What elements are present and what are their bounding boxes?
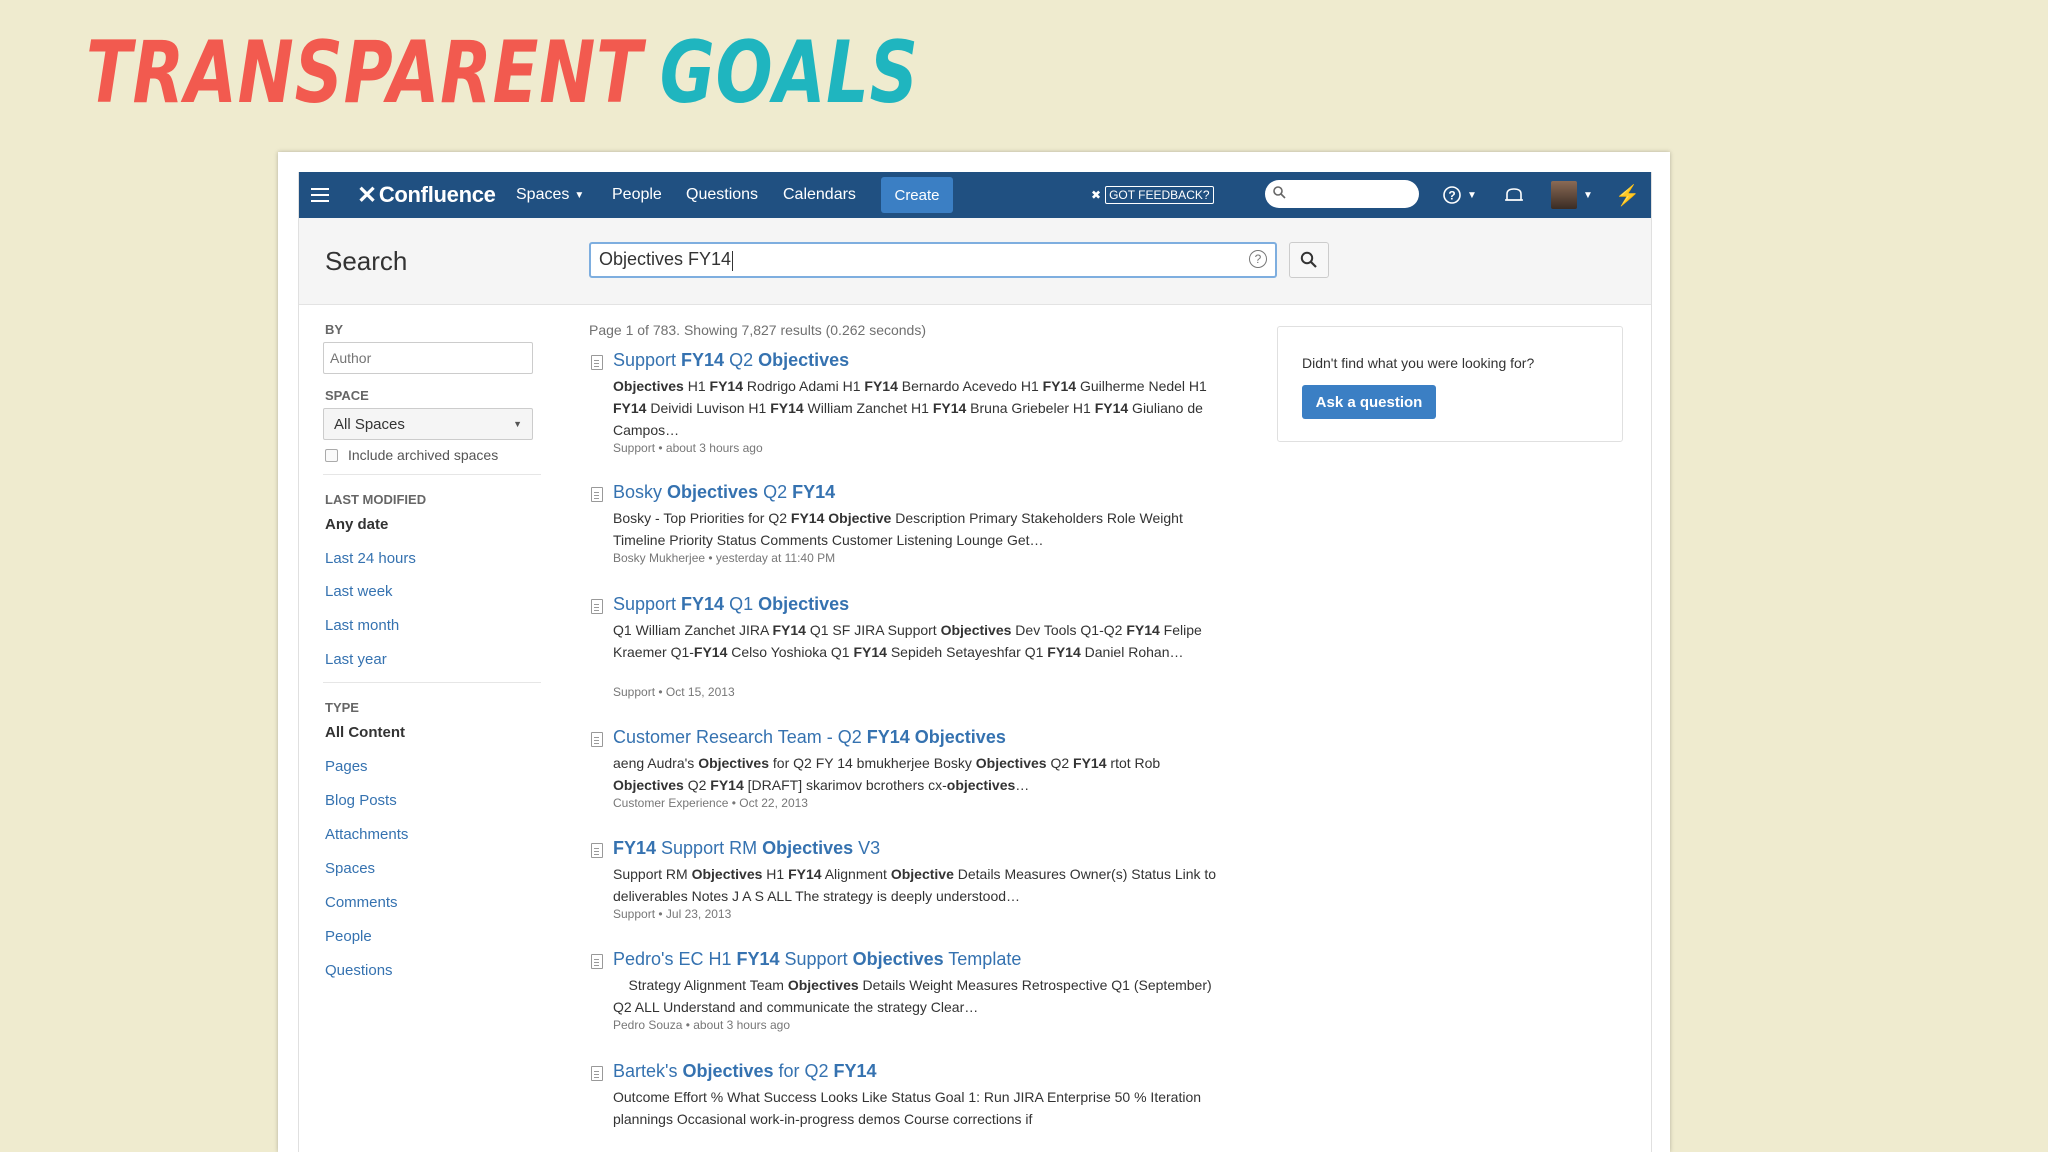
- type-comments[interactable]: Comments: [325, 894, 398, 911]
- result-meta: Pedro Souza • about 3 hours ago: [613, 1018, 790, 1032]
- bolt-icon[interactable]: ⚡: [1615, 172, 1640, 218]
- slide-title-word-2: GOALS: [659, 23, 919, 123]
- include-archived-checkbox[interactable]: Include archived spaces: [325, 447, 498, 463]
- result-title-link[interactable]: Support FY14 Q1 Objectives: [613, 594, 849, 615]
- page-icon: [591, 487, 603, 502]
- logo-text: Confluence: [378, 182, 496, 207]
- nav-people[interactable]: People: [612, 172, 662, 218]
- nav-spaces-label: Spaces: [516, 186, 570, 203]
- nav-calendars[interactable]: Calendars: [783, 172, 856, 218]
- author-input[interactable]: [323, 342, 533, 374]
- confluence-logo[interactable]: ✕ Confluence: [357, 172, 496, 218]
- avatar[interactable]: [1551, 181, 1577, 209]
- search-input[interactable]: Objectives FY14 ?: [589, 242, 1277, 278]
- slide-title: TRANSPARENT GOALS: [86, 22, 919, 125]
- result-title-link[interactable]: Customer Research Team - Q2 FY14 Objecti…: [613, 727, 1006, 748]
- result-meta: Bosky Mukherjee • yesterday at 11:40 PM: [613, 551, 836, 565]
- confluence-logo-icon: ✕: [357, 181, 377, 209]
- result-title-link[interactable]: Bartek's Objectives for Q2 FY14: [613, 1061, 877, 1082]
- result-excerpt: Objectives H1 FY14 Rodrigo Adami H1 FY14…: [613, 378, 1207, 438]
- feedback-icon: ✖: [1091, 188, 1102, 202]
- chevron-down-icon[interactable]: ▼: [1583, 172, 1593, 218]
- space-select[interactable]: All Spaces ▼: [323, 408, 533, 440]
- result-title-link[interactable]: Pedro's EC H1 FY14 Support Objectives Te…: [613, 949, 1021, 970]
- result-excerpt: Bosky - Top Priorities for Q2 FY14 Objec…: [613, 510, 1183, 548]
- type-pages[interactable]: Pages: [325, 758, 368, 775]
- chevron-down-icon: ▼: [513, 419, 522, 429]
- result-meta: Support • Oct 15, 2013: [613, 685, 735, 699]
- notifications-icon[interactable]: [1504, 172, 1524, 218]
- result-title-link[interactable]: Support FY14 Q2 Objectives: [613, 350, 849, 371]
- modified-last-year[interactable]: Last year: [325, 651, 387, 668]
- chevron-down-icon: ▼: [574, 189, 585, 201]
- type-people[interactable]: People: [325, 928, 372, 945]
- result-excerpt: Support RM Objectives H1 FY14 Alignment …: [613, 866, 1217, 904]
- search-bar-area: Search Objectives FY14 ?: [299, 218, 1651, 305]
- type-heading: TYPE: [325, 700, 359, 715]
- search-icon: [1273, 186, 1286, 202]
- svg-text:?: ?: [1448, 189, 1455, 203]
- result-excerpt: aeng Audra's Objectives for Q2 FY 14 bmu…: [613, 755, 1161, 793]
- last-modified-heading: LAST MODIFIED: [325, 492, 427, 507]
- screenshot-frame: ✕ Confluence Spaces ▼ People Questions Cal…: [278, 152, 1670, 1152]
- modified-last-week[interactable]: Last week: [325, 583, 393, 600]
- space-select-value: All Spaces: [334, 415, 405, 433]
- modified-any-date[interactable]: Any date: [325, 516, 388, 533]
- page-icon: [591, 843, 603, 858]
- search-query: Objectives FY14: [599, 249, 734, 271]
- help-panel-text: Didn't find what you were looking for?: [1302, 355, 1535, 371]
- divider: [323, 474, 541, 475]
- menu-icon[interactable]: [311, 172, 335, 218]
- result-excerpt: Outcome Effort % What Success Looks Like…: [613, 1089, 1202, 1127]
- help-circle-icon[interactable]: ?: [1249, 250, 1267, 268]
- nav-questions[interactable]: Questions: [686, 172, 758, 218]
- filter-by-heading: BY: [325, 322, 344, 337]
- modified-last-month[interactable]: Last month: [325, 617, 399, 634]
- feedback-button[interactable]: ✖ GOT FEEDBACK?: [1091, 172, 1214, 218]
- page-title: Search: [325, 246, 408, 276]
- result-title-link[interactable]: FY14 Support RM Objectives V3: [613, 838, 880, 859]
- top-navigation-bar: ✕ Confluence Spaces ▼ People Questions Cal…: [299, 172, 1651, 218]
- page-icon: [591, 599, 603, 614]
- type-spaces[interactable]: Spaces: [325, 860, 375, 877]
- checkbox-icon: [325, 448, 338, 462]
- result-excerpt: Q1 William Zanchet JIRA FY14 Q1 SF JIRA …: [613, 622, 1202, 660]
- page-icon: [591, 1066, 603, 1081]
- nav-spaces[interactable]: Spaces ▼: [516, 172, 584, 218]
- type-blog-posts[interactable]: Blog Posts: [325, 792, 397, 809]
- feedback-label: GOT FEEDBACK?: [1105, 186, 1214, 204]
- space-heading: SPACE: [325, 388, 369, 403]
- result-excerpt: Strategy Alignment Team Objectives Detai…: [613, 977, 1212, 1015]
- slide-title-word-1: TRANSPARENT: [86, 23, 643, 123]
- type-questions[interactable]: Questions: [325, 962, 393, 979]
- chevron-down-icon: ▼: [1467, 189, 1477, 201]
- page-icon: [591, 732, 603, 747]
- no-results-help-panel: Didn't find what you were looking for? A…: [1277, 326, 1623, 442]
- search-button[interactable]: [1289, 242, 1329, 278]
- header-search-input[interactable]: [1265, 180, 1419, 208]
- page-icon: [591, 954, 603, 969]
- result-meta: Support • Jul 23, 2013: [613, 907, 732, 921]
- confluence-window: ✕ Confluence Spaces ▼ People Questions Cal…: [298, 172, 1652, 1152]
- type-attachments[interactable]: Attachments: [325, 826, 408, 843]
- result-meta: Support • about 3 hours ago: [613, 441, 763, 455]
- modified-last-24-hours[interactable]: Last 24 hours: [325, 550, 416, 567]
- ask-question-button[interactable]: Ask a question: [1302, 385, 1436, 419]
- search-icon: [1300, 251, 1317, 268]
- create-button[interactable]: Create: [881, 177, 953, 213]
- type-all-content[interactable]: All Content: [325, 724, 405, 741]
- divider: [323, 682, 541, 683]
- result-title-link[interactable]: Bosky Objectives Q2 FY14: [613, 482, 835, 503]
- include-archived-label: Include archived spaces: [348, 447, 499, 463]
- page-icon: [591, 355, 603, 370]
- result-meta: Customer Experience • Oct 22, 2013: [613, 796, 808, 810]
- help-icon[interactable]: ? ▼: [1442, 172, 1477, 218]
- results-summary: Page 1 of 783. Showing 7,827 results (0.…: [589, 322, 926, 338]
